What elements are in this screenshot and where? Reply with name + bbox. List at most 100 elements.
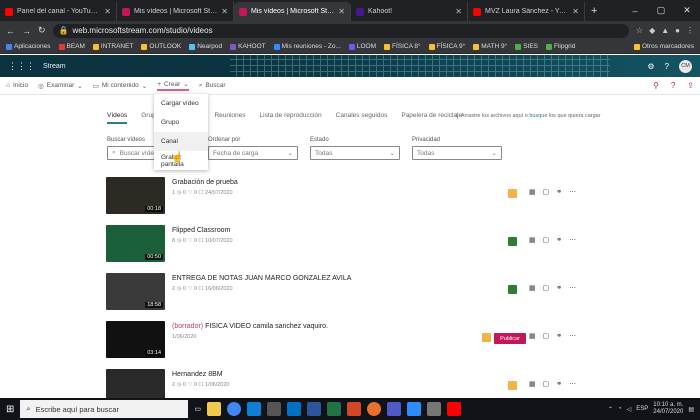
more-icon[interactable]: ⋯ (569, 188, 576, 196)
video-row[interactable]: 03:14 (borrador) FISICA VIDEO camila sanc… (106, 321, 586, 361)
comment-icon[interactable]: ▢ (543, 332, 550, 340)
bookmark-item[interactable]: FÍSICA 8° (384, 43, 421, 50)
browser-tab[interactable]: MVZ Laura Sánchez - YouTube ✕ (468, 2, 585, 21)
bookmark-item[interactable]: MATH 9° (473, 43, 507, 50)
bookmark-item[interactable]: Mis reuniones - Zo... (273, 43, 341, 50)
star-icon[interactable]: ☆ (636, 26, 643, 35)
word-icon[interactable] (307, 402, 322, 416)
search-box[interactable]: ⌕ Buscar (199, 82, 226, 90)
url-field[interactable]: 🔒 web.microsoftstream.com/studio/videos (52, 23, 629, 38)
content-tab[interactable]: Lista de reproducción (260, 112, 322, 124)
tab-close-icon[interactable]: ✕ (455, 7, 462, 16)
firefox-icon[interactable] (367, 402, 382, 416)
content-tab[interactable]: Reuniones (214, 112, 245, 124)
content-tab[interactable]: Papelera de reciclaje (401, 112, 462, 124)
bookmark-item[interactable]: BEAM (58, 43, 85, 50)
minimize-icon[interactable]: – (622, 6, 648, 16)
more-icon[interactable]: ⋯ (569, 284, 576, 292)
privacy-dropdown[interactable]: Todas ⌄ (412, 146, 502, 160)
nav-browse[interactable]: ◎ Examinar ⌄ (38, 82, 83, 90)
bookmark-item[interactable]: INTRANET (92, 43, 133, 50)
back-icon[interactable]: ← (6, 26, 15, 36)
comment-icon[interactable]: ▢ (543, 284, 550, 292)
video-title[interactable]: Flipped Classroom (172, 227, 230, 234)
taskbar-search[interactable]: ⌕ Escribe aquí para buscar (20, 400, 189, 418)
extension-icon[interactable]: ◆ (649, 26, 655, 35)
video-title[interactable]: (borrador) FISICA VIDEO camila sanchez v… (172, 323, 328, 330)
comment-icon[interactable]: ▢ (543, 380, 550, 388)
content-tab[interactable]: Canales seguidos (336, 112, 388, 124)
bookmark-item[interactable]: FÍSICA 9° (428, 43, 465, 50)
video-thumbnail[interactable]: 00:18 (106, 177, 165, 214)
status-dropdown[interactable]: Todas ⌄ (310, 146, 400, 160)
help-icon[interactable]: ? (665, 62, 669, 71)
profile-icon[interactable]: ● (675, 26, 680, 35)
reload-icon[interactable]: ↻ (38, 25, 46, 36)
nav-create[interactable]: + Crear ⌄ (157, 80, 189, 91)
browser-tab[interactable]: Panel del canal - YouTube Studio ✕ (0, 2, 117, 21)
tab-close-icon[interactable]: ✕ (104, 7, 111, 16)
video-row[interactable]: 00:18 Grabación de prueba 1 ◷ 0 ♡ 0 ☐ 24/0… (106, 177, 586, 217)
browser-tab[interactable]: Mis vídeos | Microsoft Stream ✕ (234, 2, 351, 21)
more-icon[interactable]: ⋯ (569, 332, 576, 340)
video-row[interactable]: 00:50 Flipped Classroom 8 ◷ 0 ♡ 0 ☐ 10/07/… (106, 225, 586, 265)
share-icon[interactable]: ⚭ (556, 188, 562, 196)
video-title[interactable]: Grabación de prueba (172, 179, 238, 186)
share-icon[interactable]: ⚭ (556, 380, 562, 388)
upload-icon[interactable]: ⇪ (687, 81, 694, 90)
tab-close-icon[interactable]: ✕ (572, 7, 579, 16)
nav-my-content[interactable]: ▭ Mi contenido ⌄ (93, 82, 147, 90)
store-icon[interactable] (267, 402, 282, 416)
close-icon[interactable]: ✕ (674, 5, 700, 16)
bookmark-item[interactable]: KAHOOT (230, 43, 266, 50)
bookmark-item[interactable]: LOOM (348, 43, 376, 50)
comment-icon[interactable]: ▢ (543, 236, 550, 244)
video-title[interactable]: Hernandez 8BM (172, 371, 223, 378)
tab-close-icon[interactable]: ✕ (221, 7, 228, 16)
share-icon[interactable]: ⚭ (556, 332, 562, 340)
edit-icon[interactable]: ▦ (529, 236, 536, 244)
browse-link[interactable]: busque (529, 113, 547, 119)
extension-icon[interactable]: ▲ (661, 26, 669, 35)
browser-tab[interactable]: Kahoot! ✕ (351, 2, 468, 21)
language-indicator[interactable]: ESP (636, 406, 648, 412)
notifications-icon[interactable]: ▤ (688, 406, 694, 413)
video-thumbnail[interactable]: 00:50 (106, 225, 165, 262)
forward-icon[interactable]: → (22, 26, 31, 36)
zoom-icon[interactable] (407, 402, 422, 416)
edit-icon[interactable]: ▦ (529, 284, 536, 292)
chrome-icon[interactable] (227, 402, 242, 416)
content-tab[interactable]: Vídeos (107, 112, 128, 124)
volume-icon[interactable]: ◁ (627, 406, 632, 413)
maximize-icon[interactable]: ▢ (648, 5, 674, 16)
wifi-icon[interactable]: ◔ (618, 406, 622, 412)
share-icon[interactable]: ⚭ (556, 236, 562, 244)
menu-item-channel[interactable]: Canal (154, 132, 208, 151)
clock[interactable]: 10:10 a. m. 24/07/2020 (653, 402, 683, 416)
mail-icon[interactable] (287, 402, 302, 416)
teams-icon[interactable] (387, 402, 402, 416)
video-row[interactable]: 18:58 ENTREGA DE NOTAS JUAN MARCO GONZALE… (106, 273, 586, 313)
app-icon[interactable] (427, 402, 442, 416)
settings-icon[interactable]: ⚙ (647, 62, 654, 71)
browser-tab[interactable]: Mis vídeos | Microsoft Stream ✕ (117, 2, 234, 21)
order-dropdown[interactable]: Fecha de carga ⌄ (208, 146, 298, 160)
chevron-up-icon[interactable]: ⌃ (608, 406, 613, 413)
excel-icon[interactable] (327, 402, 342, 416)
bookmark-item[interactable]: SIES (515, 43, 538, 50)
bookmark-item[interactable]: OUTLOOK (141, 43, 181, 50)
share-icon[interactable]: ⚭ (556, 284, 562, 292)
task-view-icon[interactable]: ▭ (194, 405, 201, 413)
help-icon[interactable]: ? (671, 81, 675, 90)
youtube-icon[interactable] (447, 402, 462, 416)
bookmark-item[interactable]: Flipgrid (546, 43, 575, 50)
new-tab-button[interactable]: + (585, 2, 603, 21)
video-thumbnail[interactable]: 18:58 (106, 273, 165, 310)
app-launcher-icon[interactable]: ⋮⋮⋮ (8, 61, 35, 72)
edge-icon[interactable] (247, 402, 262, 416)
edit-icon[interactable]: ▦ (529, 188, 536, 196)
tab-close-icon[interactable]: ✕ (338, 7, 345, 16)
comment-icon[interactable]: ▢ (543, 188, 550, 196)
file-explorer-icon[interactable] (207, 402, 222, 416)
publish-button[interactable]: Publicar (494, 333, 526, 344)
